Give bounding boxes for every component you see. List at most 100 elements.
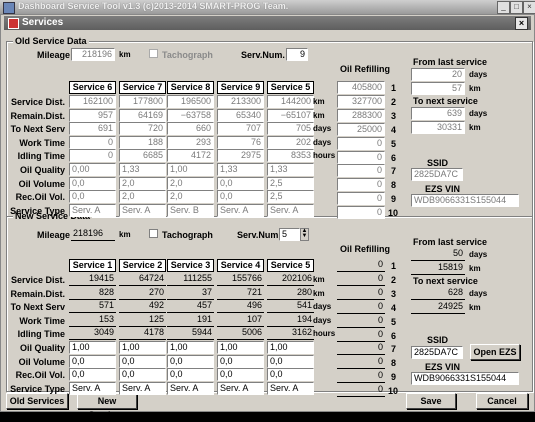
old-table-cell[interactable]: 1,33 bbox=[119, 163, 166, 176]
new-table-cell[interactable]: 0,0 bbox=[217, 355, 264, 368]
new-table-cell[interactable]: 3049 bbox=[69, 327, 116, 340]
old-tachograph-checkbox[interactable] bbox=[149, 49, 158, 58]
new-oil-refilling-field[interactable]: 0 bbox=[337, 370, 385, 383]
old-table-cell[interactable]: 0,0 bbox=[217, 190, 264, 203]
new-table-cell[interactable]: 0,0 bbox=[69, 368, 116, 381]
new-table-cell[interactable]: 37 bbox=[167, 287, 214, 300]
old-table-cell[interactable]: Serv. A bbox=[69, 204, 116, 217]
new-table-cell[interactable]: 0,0 bbox=[167, 368, 214, 381]
old-table-cell[interactable]: 0,00 bbox=[69, 163, 116, 176]
old-from-last-days-field[interactable]: 20 bbox=[411, 68, 465, 81]
new-oil-refilling-field[interactable]: 0 bbox=[337, 329, 385, 342]
old-oil-refilling-field[interactable]: 0 bbox=[337, 178, 385, 191]
old-table-cell[interactable]: 202 bbox=[267, 136, 314, 149]
old-table-cell[interactable]: 2,5 bbox=[267, 190, 314, 203]
new-table-cell[interactable]: 0,0 bbox=[167, 355, 214, 368]
old-table-cell[interactable]: 177800 bbox=[119, 95, 166, 108]
new-oil-refilling-field[interactable]: 0 bbox=[337, 315, 385, 328]
old-table-cell[interactable]: −63758 bbox=[167, 109, 214, 122]
old-table-cell[interactable]: 1,33 bbox=[217, 163, 264, 176]
old-table-cell[interactable]: 213300 bbox=[217, 95, 264, 108]
new-table-cell[interactable]: 0,0 bbox=[69, 355, 116, 368]
old-table-cell[interactable]: −65107 bbox=[267, 109, 314, 122]
old-oil-refilling-field[interactable]: 0 bbox=[337, 192, 385, 205]
old-table-cell[interactable]: 6685 bbox=[119, 149, 166, 162]
new-table-cell[interactable]: 1,00 bbox=[69, 341, 116, 354]
new-table-cell[interactable]: 721 bbox=[217, 287, 264, 300]
new-table-cell[interactable]: 4178 bbox=[119, 327, 166, 340]
new-oil-refilling-field[interactable]: 0 bbox=[337, 301, 385, 314]
new-table-cell[interactable]: 571 bbox=[69, 300, 116, 313]
old-table-cell[interactable]: 0,0 bbox=[217, 177, 264, 190]
old-table-cell[interactable]: 2,0 bbox=[167, 190, 214, 203]
new-table-cell[interactable]: 107 bbox=[217, 314, 264, 327]
old-table-cell[interactable]: 188 bbox=[119, 136, 166, 149]
old-table-cell[interactable]: 957 bbox=[69, 109, 116, 122]
new-table-cell[interactable]: 155766 bbox=[217, 273, 264, 286]
old-table-cell[interactable]: 2,0 bbox=[119, 190, 166, 203]
old-table-cell[interactable]: 720 bbox=[119, 122, 166, 135]
new-table-cell[interactable]: 111255 bbox=[167, 273, 214, 286]
old-table-cell[interactable]: 64169 bbox=[119, 109, 166, 122]
close-icon[interactable]: × bbox=[523, 1, 535, 14]
old-mileage-field[interactable]: 218196 bbox=[71, 48, 115, 61]
new-mileage-field[interactable]: 218196 bbox=[71, 228, 115, 241]
new-oil-refilling-field[interactable]: 0 bbox=[337, 342, 385, 355]
old-oil-refilling-field[interactable]: 0 bbox=[337, 164, 385, 177]
new-table-cell[interactable]: 492 bbox=[119, 300, 166, 313]
minimize-icon[interactable]: _ bbox=[497, 1, 510, 14]
old-to-next-km-field[interactable]: 30331 bbox=[411, 121, 465, 134]
new-to-next-days-field[interactable]: 628 bbox=[411, 287, 465, 300]
new-table-cell[interactable]: 1,00 bbox=[167, 341, 214, 354]
new-table-cell[interactable]: Serv. A bbox=[217, 382, 264, 395]
new-table-cell[interactable]: 270 bbox=[119, 287, 166, 300]
new-ssid-field[interactable]: 2825DA7C bbox=[411, 346, 463, 359]
old-table-cell[interactable]: 293 bbox=[167, 136, 214, 149]
old-table-cell[interactable]: 162100 bbox=[69, 95, 116, 108]
maximize-icon[interactable]: □ bbox=[510, 1, 523, 14]
new-from-last-days-field[interactable]: 50 bbox=[411, 248, 465, 261]
old-table-cell[interactable]: 705 bbox=[267, 122, 314, 135]
old-oil-refilling-field[interactable]: 25000 bbox=[337, 123, 385, 136]
old-table-cell[interactable]: 1,00 bbox=[167, 163, 214, 176]
old-oil-refilling-field[interactable]: 405800 bbox=[337, 81, 385, 94]
new-table-cell[interactable]: 828 bbox=[69, 287, 116, 300]
new-table-cell[interactable]: 1,00 bbox=[217, 341, 264, 354]
old-table-cell[interactable]: 1,33 bbox=[267, 163, 314, 176]
new-table-cell[interactable]: 153 bbox=[69, 314, 116, 327]
new-table-cell[interactable]: 64724 bbox=[119, 273, 166, 286]
old-table-cell[interactable]: 0,0 bbox=[69, 177, 116, 190]
new-oil-refilling-field[interactable]: 0 bbox=[337, 287, 385, 300]
new-table-cell[interactable]: 457 bbox=[167, 300, 214, 313]
old-table-cell[interactable]: 4172 bbox=[167, 149, 214, 162]
new-table-cell[interactable]: Serv. A bbox=[167, 382, 214, 395]
old-table-cell[interactable]: 660 bbox=[167, 122, 214, 135]
new-oil-refilling-field[interactable]: 0 bbox=[337, 259, 385, 272]
old-table-cell[interactable]: 196500 bbox=[167, 95, 214, 108]
old-table-cell[interactable]: Serv. A bbox=[267, 204, 314, 217]
new-table-cell[interactable]: 541 bbox=[267, 300, 314, 313]
old-servnum-field[interactable]: 9 bbox=[286, 48, 308, 61]
old-table-cell[interactable]: 2,5 bbox=[267, 177, 314, 190]
old-table-cell[interactable]: Serv. A bbox=[217, 204, 264, 217]
old-oil-refilling-field[interactable]: 0 bbox=[337, 137, 385, 150]
new-tachograph-checkbox[interactable] bbox=[149, 229, 158, 238]
new-table-cell[interactable]: 0,0 bbox=[119, 368, 166, 381]
new-table-cell[interactable]: 0,0 bbox=[267, 368, 314, 381]
old-oil-refilling-field[interactable]: 327700 bbox=[337, 95, 385, 108]
new-table-cell[interactable]: 0,0 bbox=[119, 355, 166, 368]
old-services-button[interactable]: Old Services bbox=[6, 393, 68, 409]
new-services-button[interactable]: New Services bbox=[77, 393, 137, 420]
servnum-spinner-icon[interactable]: ▲ ▼ bbox=[300, 228, 309, 241]
new-table-cell[interactable]: 202106 bbox=[267, 273, 314, 286]
old-table-cell[interactable]: 0,0 bbox=[69, 190, 116, 203]
old-oil-refilling-field[interactable]: 0 bbox=[337, 151, 385, 164]
old-table-cell[interactable]: Serv. A bbox=[119, 204, 166, 217]
old-to-next-days-field[interactable]: 639 bbox=[411, 107, 465, 120]
old-vin-field[interactable]: WDB9066331S155044 bbox=[411, 194, 519, 207]
new-table-cell[interactable]: 280 bbox=[267, 287, 314, 300]
new-table-cell[interactable]: 194 bbox=[267, 314, 314, 327]
old-table-cell[interactable]: 144200 bbox=[267, 95, 314, 108]
old-oil-refilling-field[interactable]: 288300 bbox=[337, 109, 385, 122]
new-table-cell[interactable]: 1,00 bbox=[119, 341, 166, 354]
